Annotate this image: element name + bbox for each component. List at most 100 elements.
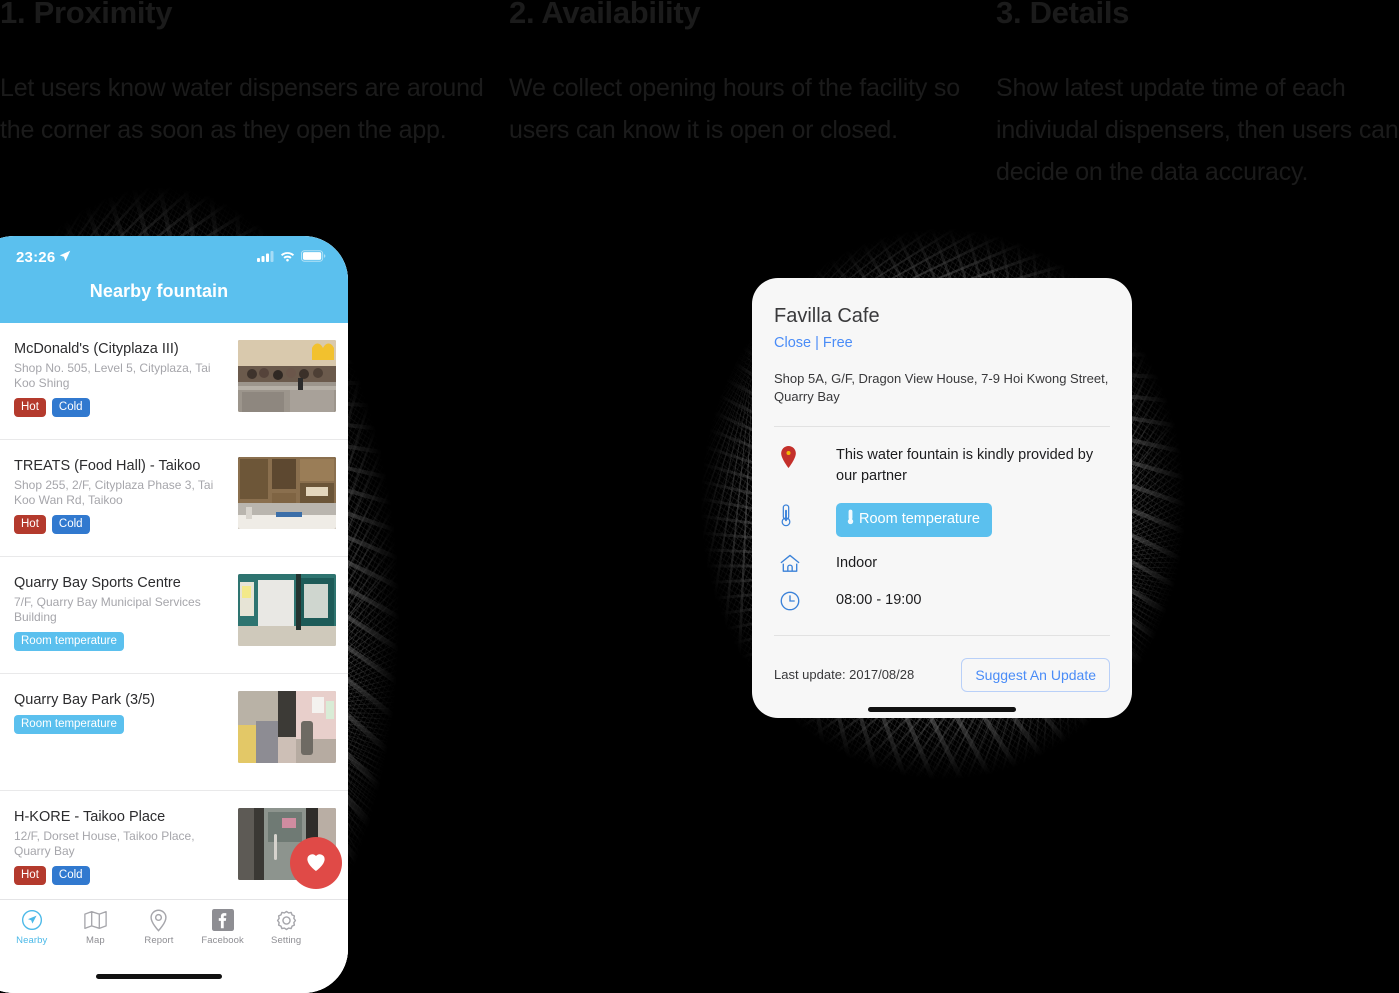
feature-2-title: 2. Availability [509,0,701,30]
detail-row-text: 08:00 - 19:00 [836,591,922,608]
tab-label: Map [86,935,105,947]
list-item-thumbnail [238,339,336,412]
page-root: 1. Proximity Let users know water dispen… [0,0,1399,993]
home-indicator[interactable] [96,974,222,980]
list-item-text: Quarry Bay Park (3/5) Room temperature [14,691,238,734]
suggest-an-update-button[interactable]: Suggest An Update [961,657,1110,692]
feature-3: 3. Details Show latest update time of ea… [990,0,1399,200]
fountain-list[interactable]: McDonald's (Cityplaza III) Shop No. 505,… [0,322,348,900]
feature-2-body: We collect opening hours of the facility… [509,74,967,144]
clock-icon [774,590,836,611]
list-item-badges: Hot Cold [14,514,228,534]
location-arrow-icon [59,249,71,266]
list-item-text: McDonald's (Cityplaza III) Shop No. 505,… [14,340,238,417]
tab-label: Nearby [16,935,48,947]
home-indicator[interactable] [868,707,1016,713]
home-icon [774,553,836,573]
status-badge-room-temperature: Room temperature [14,631,124,651]
home-indicator-area [0,960,348,993]
detail-footer: Last update: 2017/08/28 Suggest An Updat… [752,657,1132,692]
status-time: 23:26 [16,249,56,267]
tab-label: Setting [271,935,302,947]
status-badge-room-temperature: Room temperature [14,714,124,734]
map-pin-icon [774,445,836,468]
phone-mockup-detail-card: Favilla Cafe Close | Free Shop 5A, G/F, … [752,278,1132,718]
room-temperature-pill-label: Room temperature [859,510,980,527]
detail-row-partner: This water fountain is kindly provided b… [774,445,1110,487]
tab-setting[interactable]: Setting [254,908,318,946]
tab-report[interactable]: Report [127,908,191,946]
last-update-text: Last update: 2017/08/28 [774,667,915,683]
list-item-thumbnail [238,456,336,529]
tab-facebook[interactable]: Facebook [191,908,255,946]
feature-2: 2. Availability We collect opening hours… [495,0,990,200]
list-item-text: H-KORE - Taikoo Place 12/F, Dorset House… [14,808,238,885]
status-badge-cold: Cold [51,397,90,417]
detail-row-text: This water fountain is kindly provided b… [836,446,1094,484]
phone-screen-left: 23:26 Nearby fountain McDonald's (Citypl… [0,236,348,993]
detail-row-indoor: Indoor [774,553,1110,574]
bottom-tab-bar: Nearby Map Report Facebook Setting [0,899,348,961]
detail-row-hours: 08:00 - 19:00 [774,590,1110,611]
page-title: Nearby fountain [89,281,229,302]
tab-label: Report [144,935,174,947]
thermometer-icon [846,509,855,530]
feature-1-body: Let users know water dispensers are arou… [0,74,491,144]
list-item[interactable]: Quarry Bay Sports Centre 7/F, Quarry Bay… [0,557,348,674]
status-badge-cold: Cold [51,865,90,885]
heart-icon [305,852,327,875]
phone-mockup-nearby-list: 23:26 Nearby fountain McDonald's (Citypl… [0,236,348,993]
detail-row-pill-wrap: Room temperature [836,502,1110,537]
detail-address: Shop 5A, G/F, Dragon View House, 7-9 Hoi… [774,371,1109,404]
list-item[interactable]: TREATS (Food Hall) - Taikoo Shop 255, 2/… [0,440,348,557]
list-item-title: Quarry Bay Sports Centre [14,574,181,591]
list-item-text: Quarry Bay Sports Centre 7/F, Quarry Bay… [14,574,238,651]
status-badge-cold: Cold [51,514,90,534]
feature-headings: 1. Proximity Let users know water dispen… [0,0,1399,200]
list-item-title: H-KORE - Taikoo Place [14,808,166,825]
detail-rows: This water fountain is kindly provided b… [752,427,1132,627]
tab-label: Facebook [201,935,244,947]
facebook-icon [211,908,234,932]
detail-status-link[interactable]: Close | Free [774,334,1110,352]
detail-row-temperature: Room temperature [774,502,1110,537]
list-item-address: Shop 255, 2/F, Cityplaza Phase 3, Tai Ko… [14,477,214,507]
wifi-icon [280,249,295,266]
tab-nearby[interactable]: Nearby [0,908,64,946]
list-item-thumbnail [238,690,336,763]
list-item-badges: Room temperature [14,631,228,651]
list-item-title: TREATS (Food Hall) - Taikoo [14,457,201,474]
list-item[interactable]: Quarry Bay Park (3/5) Room temperature [0,674,348,791]
thermometer-icon [774,503,836,527]
status-badge-hot: Hot [14,397,46,417]
feature-3-body: Show latest update time of each indiviud… [996,74,1399,186]
divider [774,634,1110,636]
detail-row-text: Indoor [836,554,878,571]
status-bar-right [257,249,326,266]
home-indicator-area [752,692,1132,718]
list-item-address: 12/F, Dorset House, Taikoo Place, Quarry… [14,828,195,858]
gear-icon [275,908,298,932]
detail-header: Favilla Cafe Close | Free Shop 5A, G/F, … [752,278,1132,406]
feature-1-title: 1. Proximity [0,0,173,30]
status-bar-left: 23:26 [16,249,71,266]
tab-map[interactable]: Map [64,908,128,946]
list-item-title: McDonald's (Cityplaza III) [14,340,179,357]
room-temperature-pill[interactable]: Room temperature [836,502,992,537]
feature-3-title: 3. Details [996,0,1130,30]
battery-icon [301,249,326,266]
cellular-signal-icon [257,249,274,266]
map-pin-icon [149,908,168,932]
list-item-address: Shop No. 505, Level 5, Cityplaza, Tai Ko… [14,360,211,390]
list-item[interactable]: McDonald's (Cityplaza III) Shop No. 505,… [0,323,348,440]
list-item-badges: Hot Cold [14,865,228,885]
status-badge-hot: Hot [14,514,46,534]
status-bar: 23:26 [0,236,348,280]
list-item-thumbnail [238,573,336,646]
detail-title: Favilla Cafe [774,305,880,327]
list-item-badges: Hot Cold [14,397,228,417]
status-badge-hot: Hot [14,865,46,885]
favorite-fab-button[interactable] [290,837,342,890]
nav-bar: Nearby fountain [0,279,348,323]
feature-1: 1. Proximity Let users know water dispen… [0,0,495,200]
